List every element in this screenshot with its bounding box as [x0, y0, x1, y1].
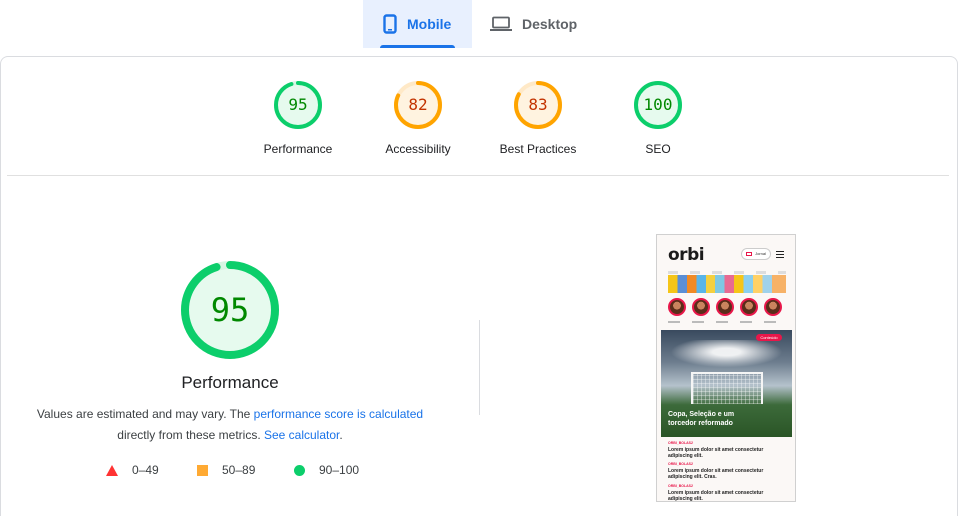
legend-fail: 0–49	[106, 463, 159, 477]
news-item: ORBI_BOLAS2 Lorem ipsum dolor sit amet c…	[668, 484, 786, 502]
hamburger-icon	[776, 251, 784, 260]
avatar	[716, 298, 734, 316]
legend-pass-label: 90–100	[319, 463, 360, 477]
active-tab-indicator	[380, 45, 455, 48]
avatar	[740, 298, 758, 316]
hero-tag: Conteúdo	[756, 334, 782, 341]
site-banner-image	[668, 275, 786, 293]
page-screenshot-thumbnail[interactable]: orbi Jornal Conteúdo Copa, Seleção e um …	[656, 234, 796, 502]
score-description: Values are estimated and may vary. The p…	[30, 404, 430, 446]
news-title: Lorem ipsum dolor sit amet consectetur a…	[668, 490, 764, 502]
gauge-ring: 95	[273, 80, 323, 130]
gauge-score: 95	[288, 95, 308, 114]
score-calculated-link[interactable]: performance score is calculated	[254, 407, 423, 421]
avatar-labels	[668, 321, 786, 323]
legend-average-label: 50–89	[222, 463, 256, 477]
pass-circle-icon	[294, 464, 305, 476]
gauge-accessibility[interactable]: 82 Accessibility	[363, 80, 473, 156]
site-logo: orbi	[668, 245, 705, 265]
desc-middle: directly from these metrics.	[117, 428, 264, 442]
gauge-performance[interactable]: 95 Performance	[243, 80, 353, 156]
avatar	[692, 298, 710, 316]
main-score: 95	[210, 291, 250, 329]
news-item: ORBI_BOLAS2 Lorem ipsum dolor sit amet c…	[668, 462, 786, 480]
book-icon	[746, 252, 752, 256]
phone-icon	[383, 14, 397, 34]
gauge-seo[interactable]: 100 SEO	[603, 80, 713, 156]
tab-desktop-label: Desktop	[522, 16, 578, 32]
gauge-score: 82	[408, 95, 428, 114]
gauge-ring: 83	[513, 80, 563, 130]
desc-prefix: Values are estimated and may vary. The	[36, 407, 254, 421]
gauge-ring: 100	[633, 80, 683, 130]
gauges-divider	[7, 175, 949, 176]
gauge-label: Performance	[263, 142, 333, 156]
gauge-label: Accessibility	[385, 142, 451, 156]
site-journal-button: Jornal	[741, 248, 771, 260]
performance-main-gauge: 95	[180, 260, 280, 360]
tab-desktop[interactable]: Desktop	[488, 0, 598, 48]
legend-pass: 90–100	[294, 463, 359, 477]
vertical-divider	[479, 320, 480, 415]
category-gauges: 95 Performance 82 Accessibility 83 Best Pract…	[0, 80, 959, 160]
tab-mobile[interactable]: Mobile	[363, 0, 472, 48]
hero-image: Conteúdo Copa, Seleção e um torcedor ref…	[661, 330, 792, 437]
gauge-label: Best Practices	[499, 142, 577, 156]
gauge-ring: 82	[393, 80, 443, 130]
avatar	[764, 298, 782, 316]
see-calculator-link[interactable]: See calculator	[264, 428, 339, 442]
desc-suffix: .	[339, 428, 343, 442]
news-title: Lorem ipsum dolor sit amet consectetur a…	[668, 468, 764, 480]
goal-net	[691, 372, 763, 404]
story-avatars	[668, 298, 786, 318]
main-title: Performance	[181, 373, 279, 392]
gauge-best-practices[interactable]: 83 Best Practices	[483, 80, 593, 156]
legend-average: 50–89	[197, 463, 255, 477]
news-title: Lorem ipsum dolor sit amet consectetur a…	[668, 447, 764, 459]
tab-mobile-label: Mobile	[407, 16, 452, 32]
gauge-score: 83	[528, 95, 548, 114]
gauge-label: SEO	[645, 142, 671, 156]
fail-triangle-icon	[106, 464, 118, 476]
hero-headline: Copa, Seleção e um torcedor reformado	[668, 411, 735, 427]
news-item: ORBI_BOLAS2 Lorem ipsum dolor sit amet c…	[668, 441, 786, 459]
average-square-icon	[197, 464, 208, 476]
site-nav	[668, 271, 786, 274]
device-tabs: Mobile Desktop	[0, 0, 959, 48]
gauge-score: 100	[643, 95, 673, 114]
laptop-icon	[490, 16, 512, 32]
avatar	[668, 298, 686, 316]
legend-fail-label: 0–49	[132, 463, 159, 477]
stadium-lights	[661, 340, 792, 370]
